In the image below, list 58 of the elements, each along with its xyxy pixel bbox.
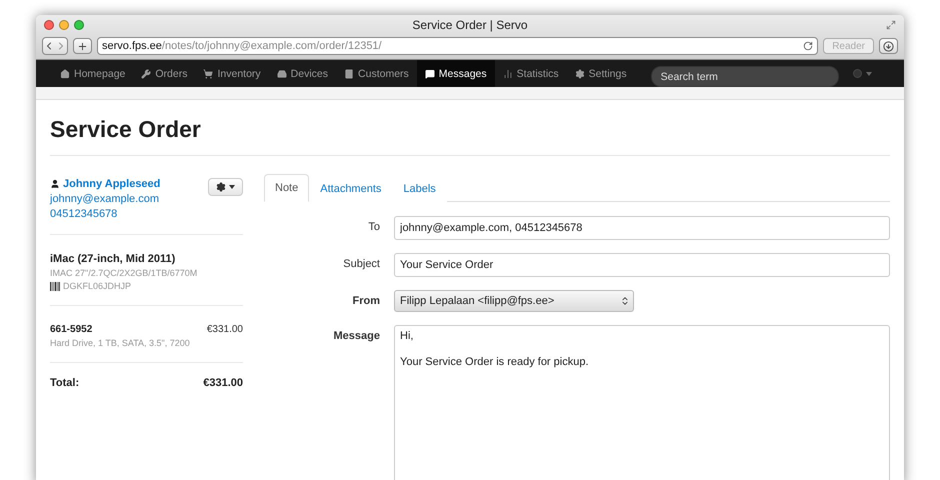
- page-title: Service Order: [50, 100, 890, 156]
- nav-link[interactable]: Settings: [566, 60, 635, 87]
- settings-icon: [574, 68, 585, 78]
- nav-link[interactable]: Orders: [133, 60, 196, 87]
- nav-link[interactable]: Messages: [416, 60, 495, 87]
- device-config: IMAC 27"/2.7QC/2X2GB/1TB/6770M: [50, 268, 198, 278]
- reload-icon[interactable]: [803, 41, 814, 51]
- barcode-icon: [50, 282, 60, 290]
- nav-link[interactable]: Inventory: [195, 60, 269, 87]
- device-name: iMac (27-inch, Mid 2011): [50, 253, 176, 265]
- add-bookmark-button[interactable]: [73, 38, 92, 54]
- settings-icon: [216, 182, 226, 192]
- address-field[interactable]: servo.fps.ee/notes/to/johnny@example.com/order/12351/: [97, 37, 818, 55]
- text-field[interactable]: johnny@example.com, 04512345678: [394, 216, 890, 240]
- bar-chart-icon: [502, 68, 513, 78]
- zoom-button[interactable]: [74, 20, 84, 30]
- part-price: €331.00: [206, 324, 243, 335]
- total-label: Total:: [50, 377, 80, 389]
- downloads-button[interactable]: [879, 38, 898, 54]
- person-icon: [50, 179, 60, 189]
- window-title: Service Order | Servo: [412, 18, 528, 32]
- phone-link[interactable]: 04512345678: [50, 208, 160, 220]
- customer-name-link[interactable]: Johnny Appleseed: [50, 178, 160, 190]
- part-description: Hard Drive, 1 TB, SATA, 3.5", 7200: [50, 338, 191, 348]
- caret-icon: [866, 72, 872, 76]
- search-field[interactable]: Search term: [650, 66, 839, 87]
- fullscreen-icon[interactable]: [886, 20, 896, 30]
- field-label: From: [352, 294, 380, 307]
- minimize-button[interactable]: [59, 20, 69, 30]
- speech-bubble-icon: [424, 68, 435, 78]
- close-button[interactable]: [44, 20, 54, 30]
- field-label: Subject: [342, 257, 380, 270]
- nav-link[interactable]: Statistics: [494, 60, 567, 87]
- caret-icon: [229, 185, 235, 189]
- back-forward-buttons[interactable]: [42, 37, 68, 55]
- nav-link[interactable]: Homepage: [52, 60, 134, 87]
- part-number: 661-5952: [50, 324, 92, 335]
- tab[interactable]: Note: [264, 174, 310, 202]
- text-field[interactable]: Your Service Order: [394, 253, 890, 277]
- serial-number: DGKFL06JDHJP: [50, 281, 243, 291]
- drive-icon: [276, 68, 287, 78]
- avatar-icon: [852, 69, 862, 78]
- actions-button[interactable]: [208, 178, 243, 196]
- book-icon: [344, 68, 354, 78]
- message-field[interactable]: Hi, Your Service Order is ready for pickup.: [394, 325, 890, 480]
- home-icon: [60, 68, 70, 78]
- download-icon: [883, 40, 894, 52]
- field-label: Message: [332, 329, 380, 342]
- wrench-icon: [141, 68, 152, 78]
- plus-icon: [77, 40, 88, 52]
- stepper-arrows-icon: [620, 296, 630, 306]
- total-value: €331.00: [203, 377, 243, 389]
- nav-link[interactable]: Customers: [336, 60, 417, 87]
- email-link[interactable]: johnny@example.com: [50, 193, 160, 205]
- nav-link[interactable]: Devices: [268, 60, 336, 87]
- cart-icon: [203, 68, 214, 78]
- field-label: To: [367, 220, 380, 233]
- sender-select[interactable]: Filipp Lepalaan <filipp@fps.ee>: [394, 290, 634, 312]
